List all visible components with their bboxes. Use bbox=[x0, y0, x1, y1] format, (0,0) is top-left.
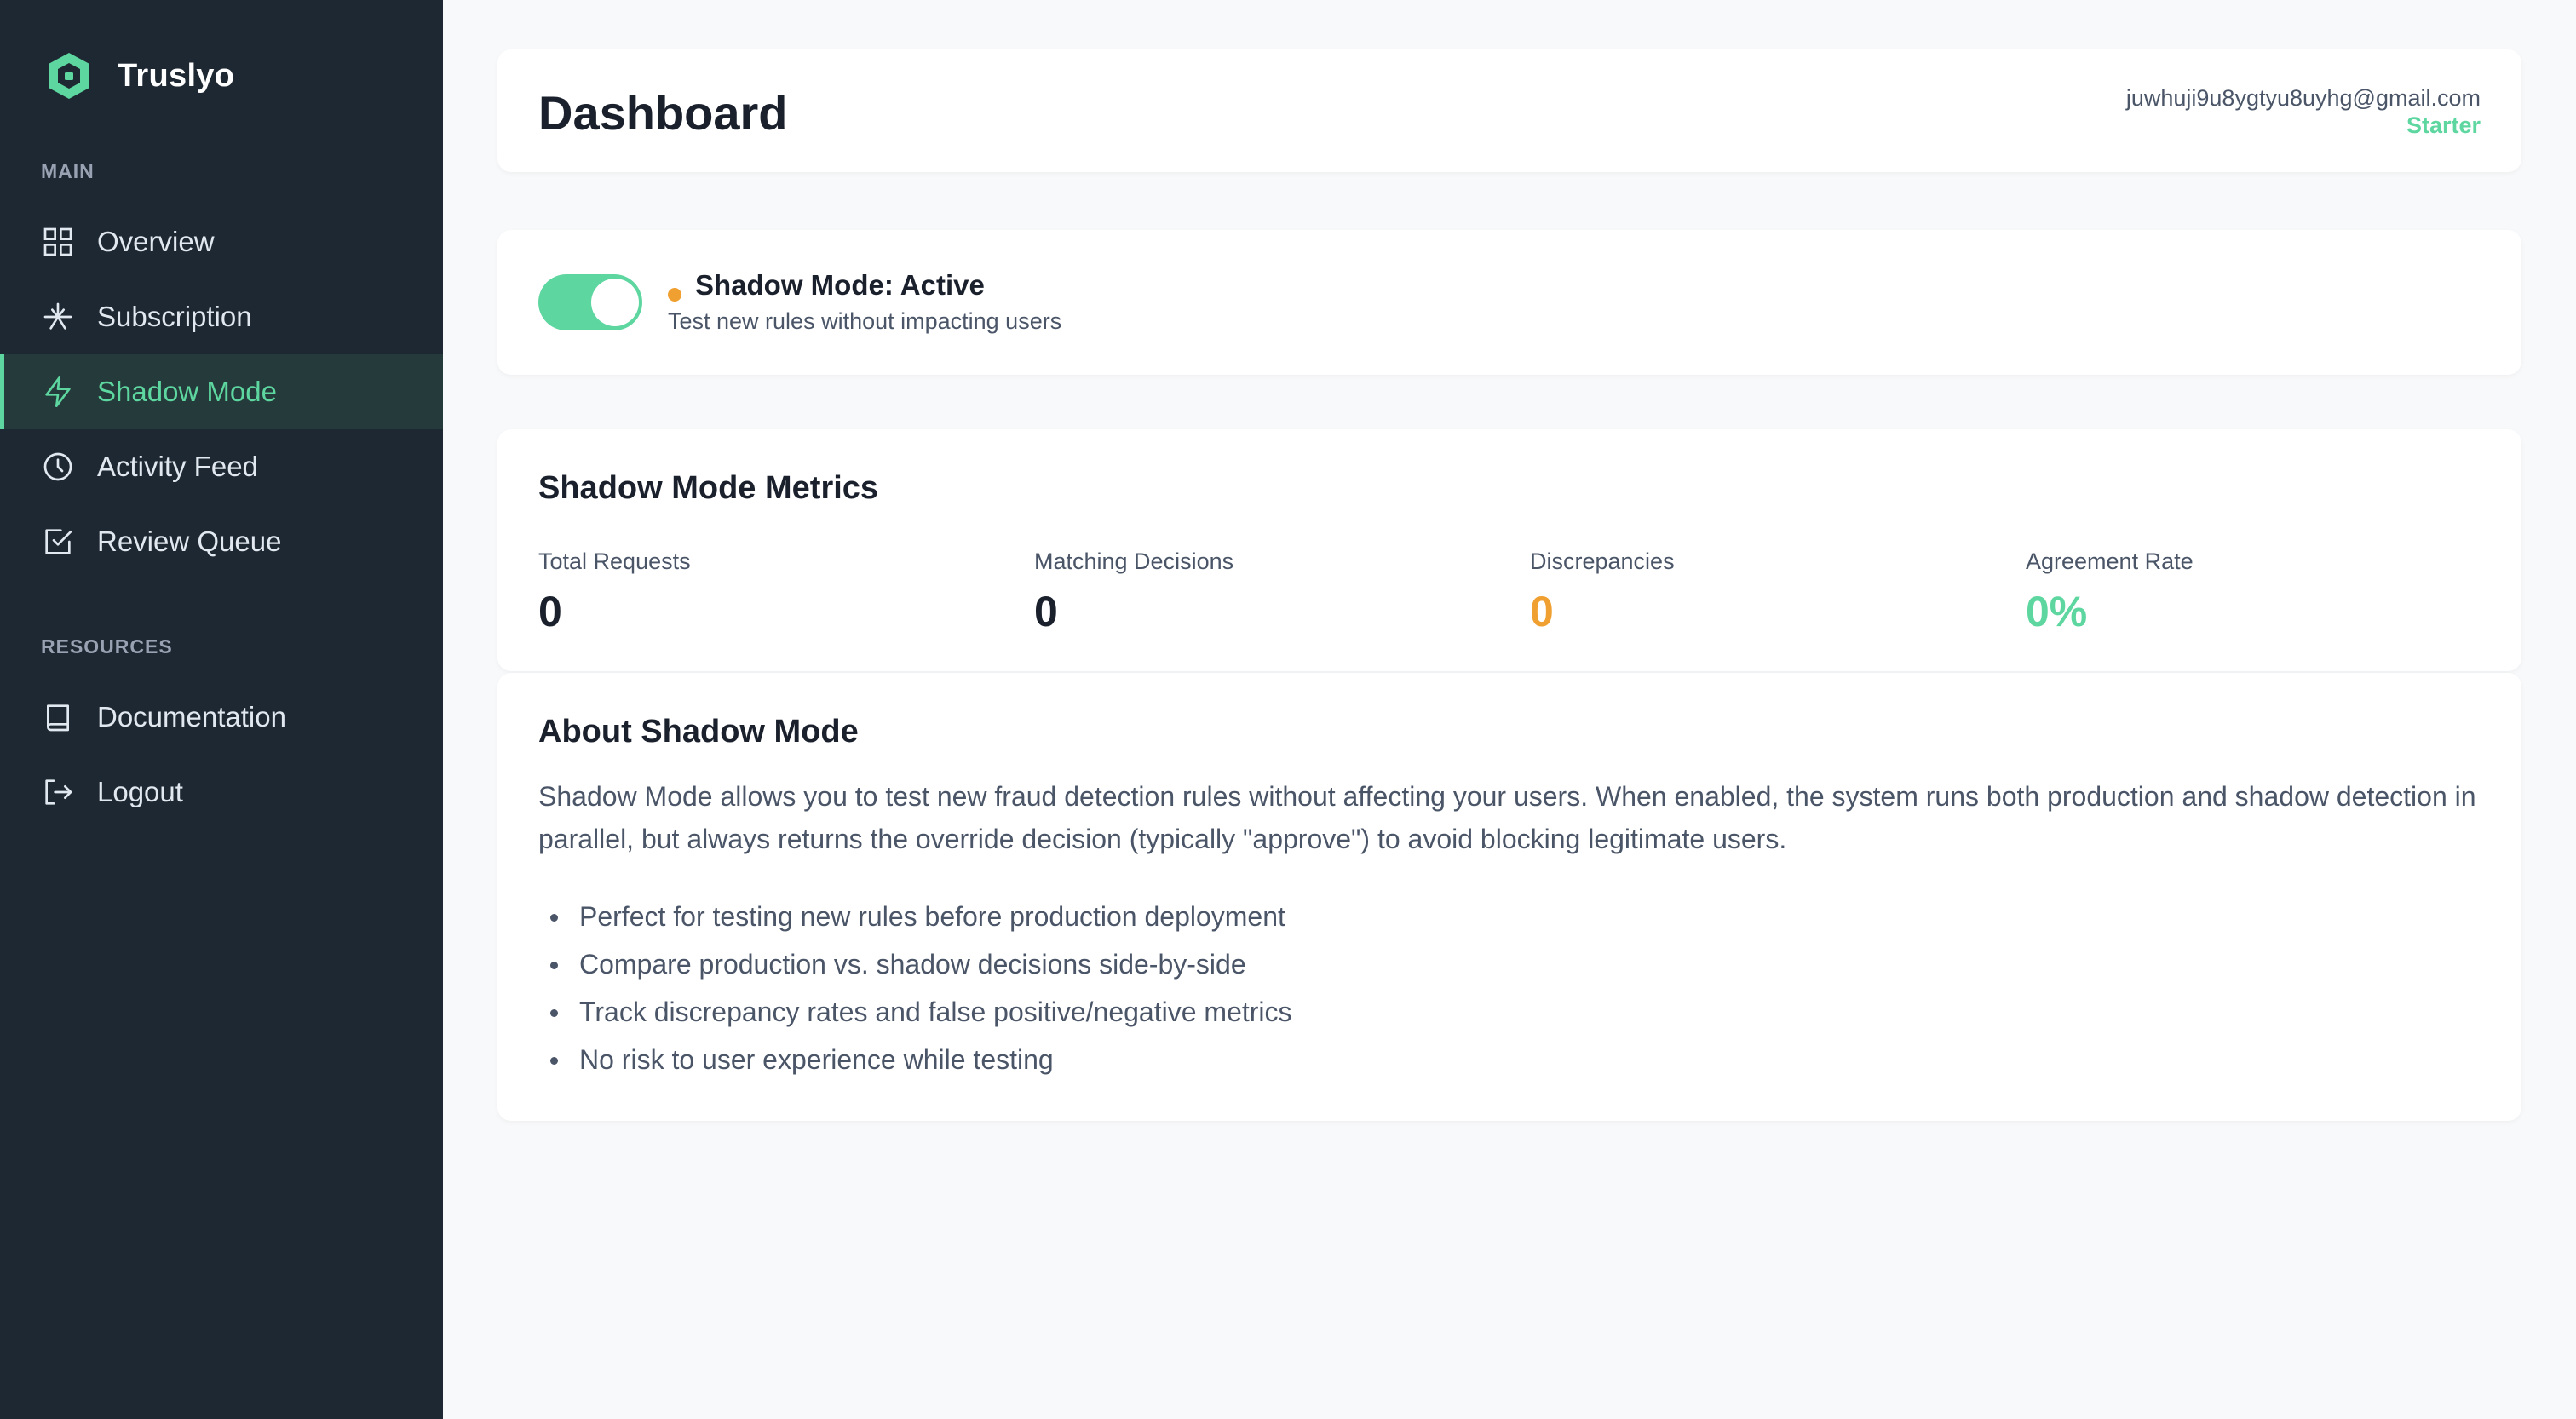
metric-matching-decisions: Matching Decisions 0 bbox=[1034, 549, 1233, 636]
book-icon bbox=[47, 704, 69, 732]
sidebar-item-logout[interactable]: Logout bbox=[0, 755, 443, 830]
list-item: Track discrepancy rates and false positi… bbox=[538, 988, 1292, 1036]
shadow-mode-toggle-card: Shadow Mode: Active Test new rules witho… bbox=[497, 230, 2521, 375]
user-email[interactable]: juwhuji9u8ygtyu8uyhg@gmail.com bbox=[2126, 85, 2481, 112]
sidebar: Truslyo MAIN Overview Subscription Shado… bbox=[0, 0, 443, 1419]
about-title: About Shadow Mode bbox=[538, 714, 859, 750]
metric-value: 0 bbox=[538, 588, 562, 635]
sidebar-item-label: Overview bbox=[97, 226, 215, 257]
section-main-label: MAIN bbox=[41, 160, 95, 182]
sidebar-item-documentation[interactable]: Documentation bbox=[0, 680, 443, 755]
metric-label: Matching Decisions bbox=[1034, 549, 1234, 574]
clock-icon bbox=[43, 452, 72, 481]
sidebar-item-label: Logout bbox=[97, 776, 183, 807]
shadow-mode-status: Shadow Mode: Active bbox=[695, 269, 985, 301]
metric-value: 0% bbox=[2026, 588, 2088, 635]
plan-badge: Starter bbox=[2406, 112, 2481, 138]
brand-name: Truslyo bbox=[118, 57, 235, 94]
sidebar-item-label: Shadow Mode bbox=[97, 376, 277, 407]
list-item: Perfect for testing new rules before pro… bbox=[538, 893, 1292, 940]
checkbox-icon bbox=[45, 529, 72, 554]
sidebar-item-review-queue[interactable]: Review Queue bbox=[0, 504, 443, 579]
sidebar-item-activity-feed[interactable]: Activity Feed bbox=[0, 429, 443, 504]
brand[interactable]: Truslyo bbox=[46, 51, 234, 101]
sidebar-item-label: Review Queue bbox=[97, 526, 282, 557]
metrics-title: Shadow Mode Metrics bbox=[538, 470, 879, 506]
metric-value: 0 bbox=[1530, 588, 1554, 635]
status-dot-icon bbox=[668, 288, 681, 302]
section-resources-label: RESOURCES bbox=[41, 635, 173, 658]
sidebar-item-label: Subscription bbox=[97, 301, 252, 332]
logout-icon bbox=[45, 779, 72, 805]
brand-logo-icon bbox=[49, 53, 89, 99]
sidebar-item-overview[interactable]: Overview bbox=[0, 204, 443, 279]
sidebar-item-subscription[interactable]: Subscription bbox=[0, 279, 443, 354]
sidebar-item-shadow-mode[interactable]: Shadow Mode bbox=[0, 354, 443, 429]
subscription-icon bbox=[43, 302, 72, 330]
toggle-knob bbox=[591, 279, 639, 326]
list-item: Compare production vs. shadow decisions … bbox=[538, 940, 1292, 988]
grid-icon bbox=[43, 227, 72, 256]
about-card: About Shadow Mode Shadow Mode allows you… bbox=[497, 673, 2521, 1121]
header-card: Dashboard juwhuji9u8ygtyu8uyhg@gmail.com… bbox=[497, 49, 2521, 172]
metric-agreement-rate: Agreement Rate 0% bbox=[2026, 549, 2194, 636]
sidebar-item-label: Activity Feed bbox=[97, 451, 258, 482]
about-description: Shadow Mode allows you to test new fraud… bbox=[538, 781, 2476, 854]
metric-label: Discrepancies bbox=[1530, 549, 1675, 574]
shadow-mode-toggle[interactable] bbox=[538, 274, 642, 330]
list-item: No risk to user experience while testing bbox=[538, 1036, 1292, 1083]
metric-label: Agreement Rate bbox=[2026, 549, 2194, 574]
shadow-mode-description: Test new rules without impacting users bbox=[668, 308, 1062, 334]
metric-total-requests: Total Requests 0 bbox=[538, 549, 691, 636]
metrics-card: Shadow Mode Metrics Total Requests 0 Mat… bbox=[497, 429, 2521, 671]
sidebar-item-label: Documentation bbox=[97, 701, 286, 732]
lightning-icon bbox=[45, 376, 71, 407]
feature-list: Perfect for testing new rules before pro… bbox=[538, 893, 1292, 1083]
metric-discrepancies: Discrepancies 0 bbox=[1530, 549, 1675, 636]
metric-value: 0 bbox=[1034, 588, 1058, 635]
page-title: Dashboard bbox=[538, 86, 788, 140]
metric-label: Total Requests bbox=[538, 549, 691, 574]
